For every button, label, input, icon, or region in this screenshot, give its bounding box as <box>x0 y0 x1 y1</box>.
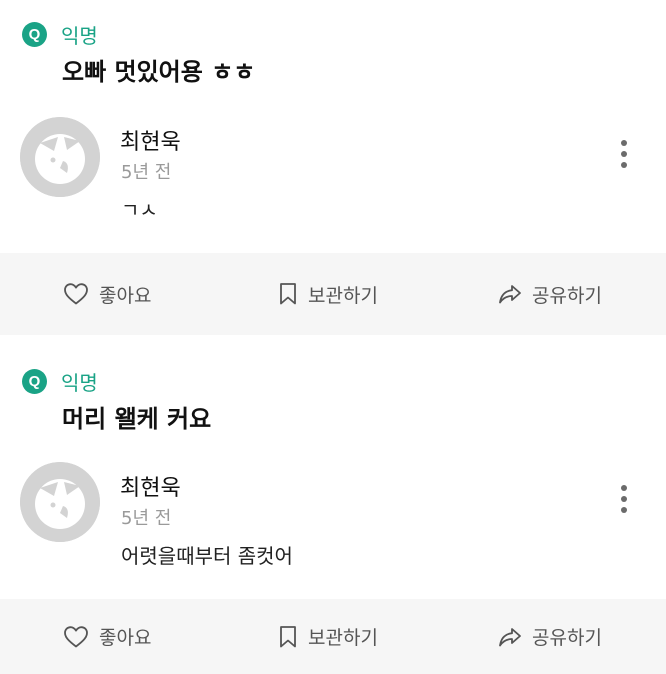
more-vertical-icon[interactable] <box>612 132 636 176</box>
bookmark-icon <box>280 283 296 305</box>
question-header: Q 익명 <box>22 367 98 396</box>
save-label: 보관하기 <box>308 627 378 649</box>
share-button[interactable]: 공유하기 <box>498 599 602 674</box>
heart-icon <box>64 625 88 647</box>
save-label: 보관하기 <box>308 284 378 307</box>
action-bar: 좋아요 보관하기 공유하기 <box>0 253 666 335</box>
default-avatar-icon[interactable] <box>20 117 100 197</box>
qa-card-1: Q 익명 오빠 멋있어용 ㅎㅎ 최현욱 5년 전 ㄱㅅ 좋아요 보관하기 공유하… <box>0 0 666 337</box>
like-label: 좋아요 <box>99 627 152 649</box>
save-button[interactable]: 보관하기 <box>278 599 378 674</box>
like-button[interactable]: 좋아요 <box>63 599 151 674</box>
share-icon <box>499 627 521 646</box>
question-text: 머리 왤케 커요 <box>62 405 212 433</box>
share-label: 공유하기 <box>532 284 602 307</box>
action-bar: 좋아요 보관하기 공유하기 <box>0 599 666 674</box>
more-vertical-icon[interactable] <box>612 477 636 521</box>
asker-label: 익명 <box>61 24 98 48</box>
q-badge-icon: Q <box>22 369 47 394</box>
answerer-name[interactable]: 최현욱 <box>120 124 181 156</box>
question-text: 오빠 멋있어용 ㅎㅎ <box>62 58 256 86</box>
save-button[interactable]: 보관하기 <box>278 253 378 335</box>
answer-timestamp: 5년 전 <box>121 508 172 529</box>
answerer-name[interactable]: 최현욱 <box>120 470 181 502</box>
answer-timestamp: 5년 전 <box>121 162 172 183</box>
like-label: 좋아요 <box>99 284 152 307</box>
question-header: Q 익명 <box>22 20 98 49</box>
like-button[interactable]: 좋아요 <box>63 253 151 335</box>
share-button[interactable]: 공유하기 <box>498 253 602 335</box>
asker-label: 익명 <box>61 371 98 395</box>
default-avatar-icon[interactable] <box>20 462 100 542</box>
q-badge-icon: Q <box>22 22 47 47</box>
answer-text: 어렷을때부터 좀컷어 <box>121 544 293 568</box>
bookmark-icon <box>280 625 296 647</box>
heart-icon <box>64 283 88 305</box>
share-icon <box>499 285 521 304</box>
qa-card-2: Q 익명 머리 왤케 커요 최현욱 5년 전 어렷을때부터 좀컷어 좋아요 보관… <box>0 337 666 674</box>
answer-text: ㄱㅅ <box>121 198 158 216</box>
share-label: 공유하기 <box>532 627 602 649</box>
